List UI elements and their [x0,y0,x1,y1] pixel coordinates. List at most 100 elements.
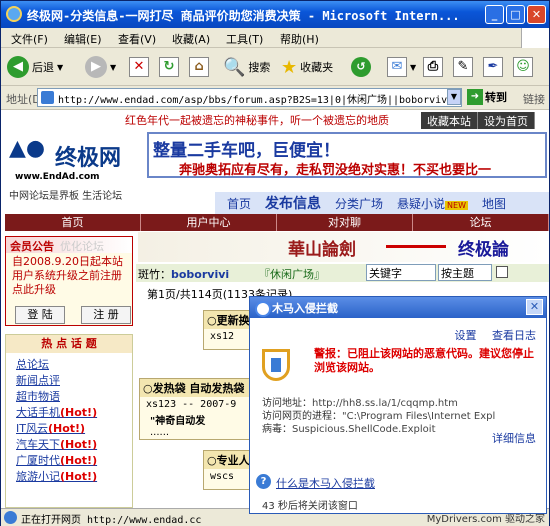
popup-proc-row: 访问网页的进程："C:\Program Files\Internet Expl [262,410,542,423]
home-button[interactable]: ⌂ [189,53,209,81]
menu-tools[interactable]: 工具(T) [226,31,263,47]
history-button[interactable]: ↺ [351,53,371,81]
messenger-button[interactable]: ☺ [513,53,533,81]
popup-close-button[interactable]: ✕ [526,299,543,315]
search-button[interactable]: 🔍 搜索 [223,53,270,81]
toolbar: ◀ 后退 ▼ ▶ ▼ ✕ ↻ ⌂ 🔍 搜索 ★ 收藏夹 ↺ ✉ ▼ ⎙ ✎ ✒ … [1,48,549,86]
mail-button[interactable]: ✉ ▼ [387,53,416,81]
popup-countdown: 43 秒后将关闭该窗口 [262,501,358,512]
back-button[interactable]: ◀ 后退 ▼ [7,53,63,81]
virus-label: 病毒： [262,424,292,435]
hot-badge: (Hot!) [47,422,86,435]
hot-topic-item[interactable]: 总论坛 [16,357,122,373]
hot-topic-item[interactable]: 超市物语 [16,389,122,405]
nav-mystery-novel[interactable]: 悬疑小说 NEW [397,195,468,212]
popup-detail-link[interactable]: 详细信息 [492,430,536,446]
hot-topic-label: 旅游小记 [16,470,60,483]
menu-view[interactable]: 查看(V) [118,31,156,47]
hot-topic-item[interactable]: 汽车天下(Hot!) [16,437,122,453]
nav-map[interactable]: 地图 [482,195,506,212]
chevron-down-icon: ▼ [57,62,64,72]
hot-topic-item[interactable]: IT风云(Hot!) [16,421,122,437]
forum-nav: 首页 用户中心 对对聊 论坛 [5,214,549,231]
nav-mystery-label: 悬疑小说 [397,196,446,211]
post-card-more: ...... [150,427,170,438]
menu-edit[interactable]: 编辑(E) [64,31,102,47]
popup-warning: 警报：已阻止该网站的恶意代码。建议您停止浏览该网站。 [314,347,534,374]
forum-nav-home[interactable]: 首页 [5,214,141,231]
menu-favorites[interactable]: 收藏(A) [172,31,210,47]
post-card-text: "神奇自动发 [150,416,206,427]
popup-links: 设置 查看日志 [443,327,537,343]
refresh-icon: ↻ [159,57,179,77]
menu-file[interactable]: 文件(F) [11,31,48,47]
hot-topic-label: 广厦时代 [16,454,60,467]
hot-topic-item[interactable]: 新闻点评 [16,373,122,389]
login-button[interactable]: 登 陆 [15,306,65,324]
edit-button[interactable]: ✎ [453,53,473,81]
hot-badge: (Hot!) [60,438,98,451]
hot-topic-item[interactable]: 旅游小记(Hot!) [16,469,122,485]
discuss-button[interactable]: ✒ [483,53,503,81]
home-icon: ⌂ [189,57,209,77]
popup-settings-link[interactable]: 设置 [455,329,477,342]
post-card[interactable]: ○发热袋 自动发热袋 xs123 -- 2007-9 "神奇自动发 ...... [139,378,259,440]
favorites-button[interactable]: ★ 收藏夹 [281,53,333,81]
marquee-text[interactable]: 红色年代一起被遗忘的神秘事件，听一个被遗忘的地质 [125,112,389,128]
nav-post-info[interactable]: 发布信息 [265,193,321,213]
address-input[interactable]: http://www.endad.com/asp/bbs/forum.asp?B… [37,88,462,107]
minimize-button[interactable]: _ [485,5,504,24]
hot-topic-label: 大话手机 [16,406,60,419]
back-label: 后退 [32,61,54,74]
notice-more-link[interactable]: 优化论坛 [60,240,104,253]
chevron-down-icon: ▼ [110,62,117,72]
site-logo[interactable]: ▲● 终极网 www.EndAd.com [7,134,137,186]
ie-logo-icon [6,6,22,22]
hot-badge: (Hot!) [60,470,98,483]
windows-flag-icon [521,28,549,48]
popup-title: 木马入侵拦截 [250,297,546,318]
refresh-button[interactable]: ↻ [159,53,179,81]
what-is-this-link[interactable]: 什么是木马入侵拦截 [256,474,375,491]
stop-button[interactable]: ✕ [129,53,149,81]
set-homepage-link[interactable]: 设为首页 [478,112,535,129]
hot-topic-item[interactable]: 大话手机(Hot!) [16,405,122,421]
nav-category-square[interactable]: 分类广场 [335,195,383,212]
search-icon: 🔍 [223,56,246,78]
forward-button[interactable]: ▶ ▼ [85,53,116,81]
mail-icon: ✉ [387,57,407,77]
go-button[interactable]: ➜ 转到 [467,89,507,105]
moderator-link[interactable]: boborvivi [171,268,229,281]
hot-topic-item[interactable]: 广厦时代(Hot!) [16,453,122,469]
ad-banner[interactable]: 整量二手车吧，巨便宜！ 奔驰奥拓应有尽有，走私罚没绝对实惠！不买也要比一 [147,132,547,178]
search-type-select[interactable]: 按主题 [438,264,492,281]
bookmark-site-link[interactable]: 收藏本站 [421,112,478,129]
star-icon: ★ [281,56,298,78]
hot-badge: (Hot!) [60,406,98,419]
moderator-label: 斑竹： [138,268,171,281]
chevron-down-icon: ▼ [410,62,417,72]
notice-body[interactable]: 自2008.9.20日起本站用户系统升级之前注册点此升级 [6,253,132,299]
nav-home[interactable]: 首页 [227,195,251,212]
proc-label: 访问网页的进程： [262,411,342,422]
register-button[interactable]: 注 册 [81,306,131,324]
forum-nav-user-center[interactable]: 用户中心 [141,214,277,231]
maximize-button[interactable]: □ [506,5,525,24]
close-button[interactable]: ✕ [527,5,546,24]
shield-icon [262,349,290,381]
status-text: 正在打开网页 http://www.endad.cc [21,515,202,526]
favorites-label: 收藏夹 [300,61,334,74]
forum-section[interactable]: 『休闲广场』 [259,266,325,282]
print-button[interactable]: ⎙ [423,53,443,81]
keyword-input[interactable]: 关键字 [366,264,436,281]
go-arrow-icon: ➜ [467,89,483,105]
popup-log-link[interactable]: 查看日志 [492,329,536,342]
logo-mark-icon: ▲● [9,136,46,161]
search-checkbox[interactable] [496,266,508,278]
links-button[interactable]: 链接 [523,91,545,107]
menu-help[interactable]: 帮助(H) [280,31,319,47]
forum-nav-chat[interactable]: 对对聊 [277,214,413,231]
ad-headline: 整量二手车吧，巨便宜！ [153,141,340,161]
address-dropdown-icon[interactable]: ▼ [447,89,461,105]
forum-nav-forum[interactable]: 论坛 [413,214,549,231]
